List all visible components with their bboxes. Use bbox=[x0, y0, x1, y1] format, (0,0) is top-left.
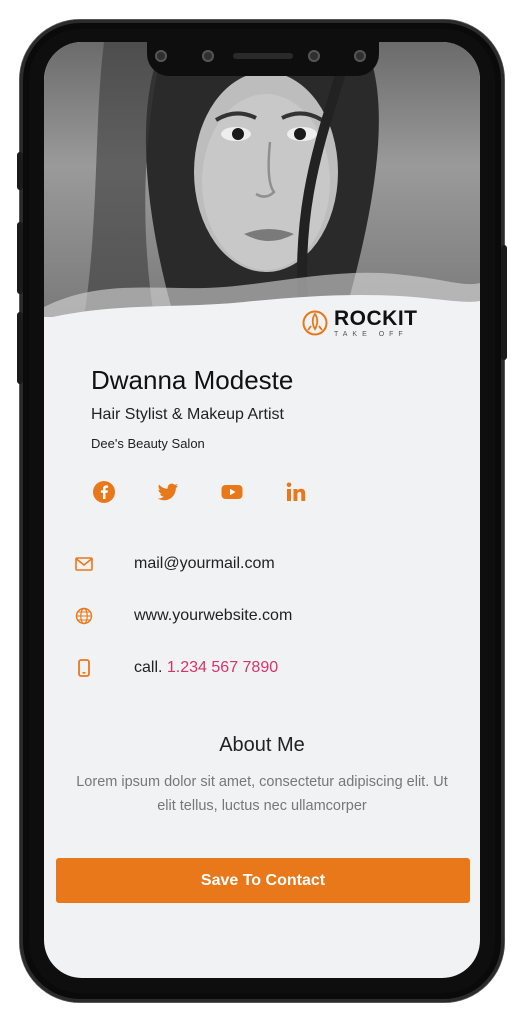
facebook-link[interactable] bbox=[92, 480, 116, 504]
twitter-icon bbox=[157, 483, 178, 501]
rocket-logo-icon bbox=[302, 310, 328, 336]
phone-volume-up-button bbox=[17, 222, 23, 294]
globe-icon bbox=[75, 607, 93, 625]
mail-icon bbox=[75, 557, 93, 571]
phone-volume-down-button bbox=[17, 312, 23, 384]
profile-role: Hair Stylist & Makeup Artist bbox=[91, 406, 284, 423]
linkedin-icon bbox=[286, 482, 306, 501]
profile-company: Dee's Beauty Salon bbox=[91, 436, 205, 451]
brand-name: ROCKIT bbox=[334, 307, 418, 330]
twitter-link[interactable] bbox=[156, 480, 180, 504]
about-title: About Me bbox=[219, 734, 305, 756]
social-links bbox=[92, 480, 308, 504]
sensor-dot bbox=[202, 50, 214, 62]
profile-photo bbox=[44, 42, 480, 317]
phone-screen: ROCKIT TAKE OFF Dwanna Modeste Hair Styl… bbox=[44, 42, 480, 978]
camera-dot bbox=[155, 50, 167, 62]
save-to-contact-button[interactable]: Save To Contact bbox=[56, 858, 470, 903]
mobile-phone-icon bbox=[78, 659, 90, 677]
phone-notch bbox=[147, 42, 379, 76]
phone-row[interactable]: call. 1.234 567 7890 bbox=[74, 658, 278, 678]
phone-number[interactable]: 1.234 567 7890 bbox=[167, 659, 278, 676]
youtube-icon bbox=[221, 485, 243, 499]
website-row[interactable]: www.yourwebsite.com bbox=[74, 606, 292, 626]
email-text: mail@yourmail.com bbox=[134, 555, 275, 572]
phone-text: call. 1.234 567 7890 bbox=[134, 659, 278, 677]
brand-tagline: TAKE OFF bbox=[334, 331, 408, 338]
about-body: Lorem ipsum dolor sit amet, consectetur … bbox=[76, 774, 448, 814]
front-camera-dot bbox=[308, 50, 320, 62]
linkedin-link[interactable] bbox=[284, 480, 308, 504]
phone-power-button bbox=[501, 245, 507, 360]
email-row[interactable]: mail@yourmail.com bbox=[74, 554, 275, 574]
phone-side-button bbox=[17, 152, 23, 190]
earpiece-speaker bbox=[233, 53, 293, 59]
youtube-link[interactable] bbox=[220, 480, 244, 504]
profile-name: Dwanna Modeste bbox=[91, 365, 294, 395]
facebook-icon bbox=[93, 481, 115, 503]
proximity-sensor-dot bbox=[354, 50, 366, 62]
website-text: www.yourwebsite.com bbox=[134, 607, 293, 624]
phone-prefix: call. bbox=[134, 659, 163, 676]
brand-logo: ROCKIT TAKE OFF bbox=[302, 308, 418, 338]
